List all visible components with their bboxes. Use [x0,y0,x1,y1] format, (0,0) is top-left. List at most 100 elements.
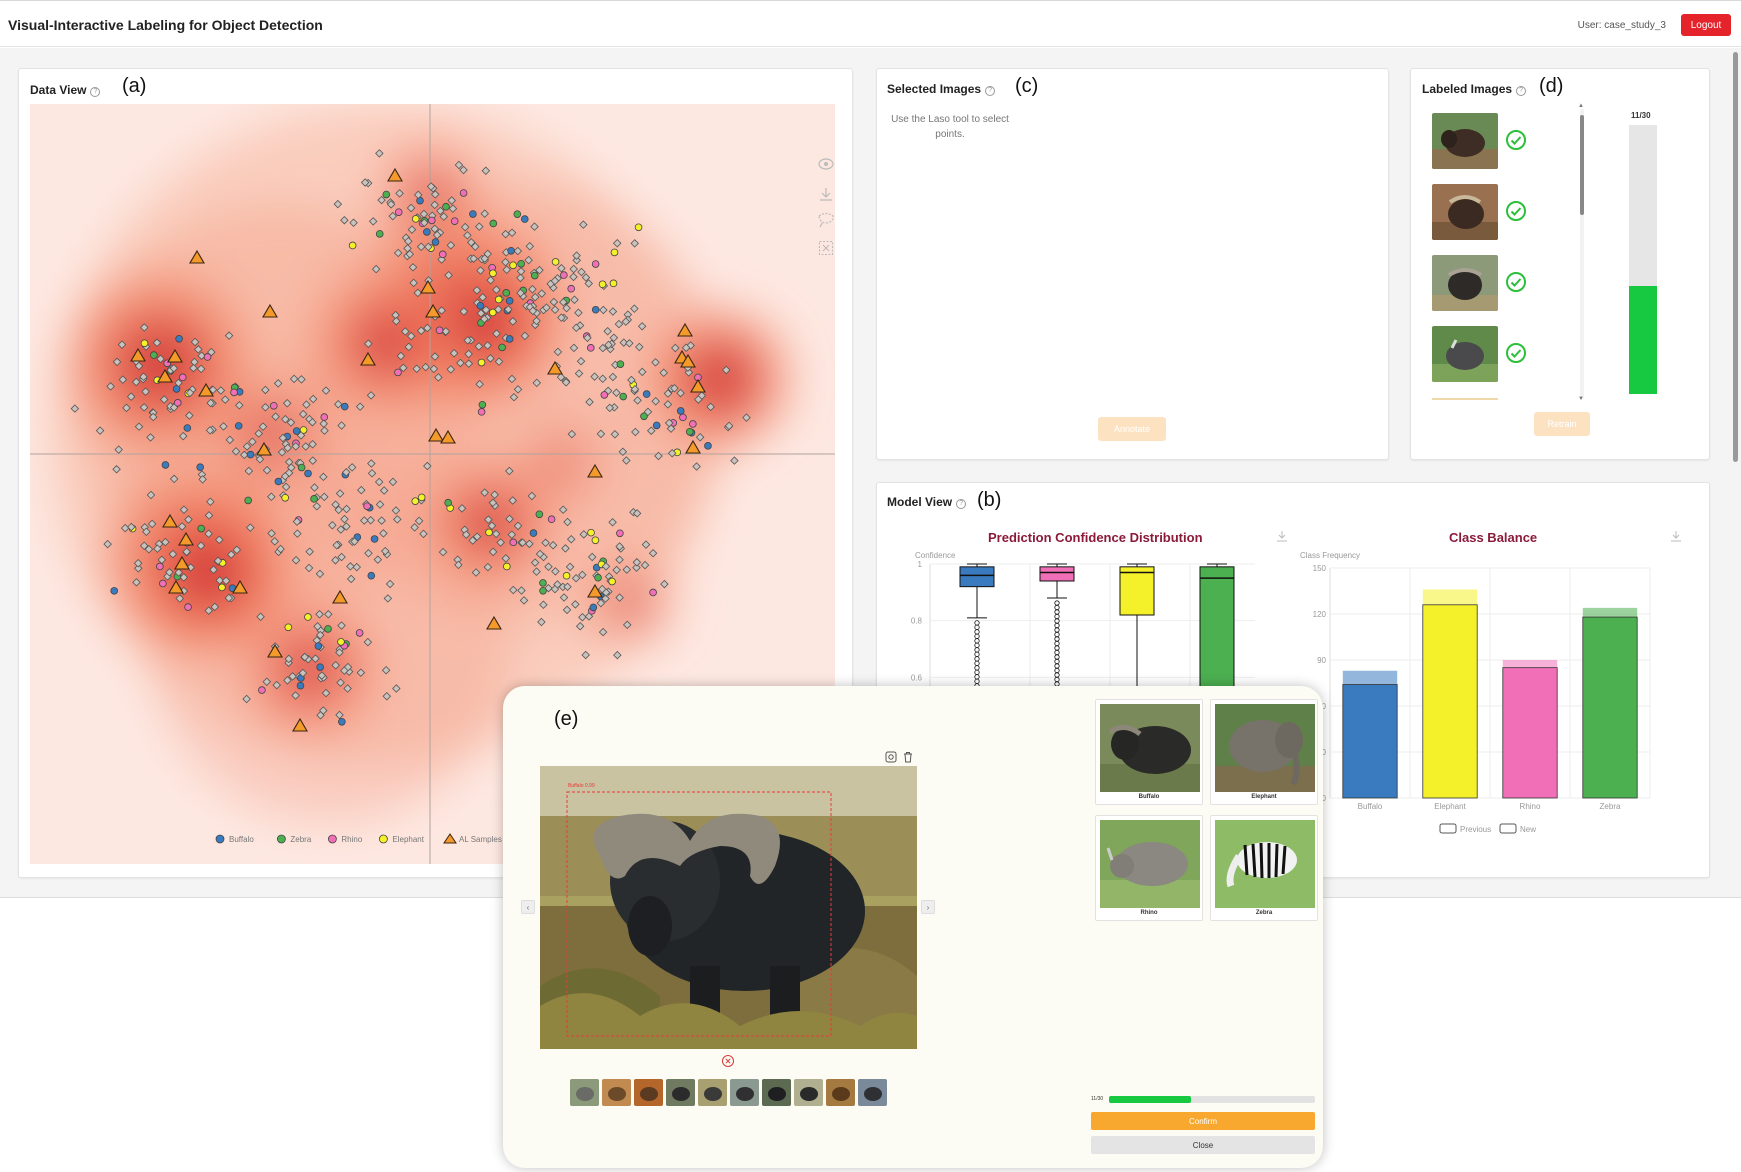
strip-thumbnail[interactable] [730,1079,759,1106]
labeled-point [485,528,493,537]
labeled-point [591,260,600,268]
bar-new [1582,607,1638,618]
legend-label: AL Samples [459,835,502,844]
labeled-point [507,246,515,255]
check-icon [1506,130,1526,150]
help-icon[interactable]: ? [1516,86,1527,96]
labeled-thumbnail[interactable] [1432,255,1498,311]
labeled-point [489,308,497,317]
confirm-button[interactable]: Confirm [1091,1112,1315,1130]
next-image-button[interactable]: › [921,900,935,914]
outlier [974,674,980,680]
model-view-title: Model View? [887,495,967,509]
labeled-point [587,528,595,537]
bar-new [1502,660,1558,668]
thumbnail-scrollbar[interactable] [1580,109,1584,399]
strip-thumbnail[interactable] [826,1079,855,1106]
outlier [974,656,980,662]
strip-thumbnail[interactable] [602,1079,631,1106]
labeled-point [427,216,436,225]
class-card-rhino[interactable]: Rhino [1095,815,1203,921]
help-icon[interactable]: ? [985,86,996,96]
selected-images-title: Selected Images? [887,82,996,96]
eye-icon[interactable] [816,154,836,174]
annotation-image[interactable] [540,766,917,1049]
legend-label: Elephant [392,835,424,844]
labeled-point [140,339,149,348]
scroll-up-arrow[interactable]: ▲ [1578,103,1584,109]
focus-icon[interactable] [885,751,897,763]
retrain-button[interactable]: Retrain [1534,412,1590,436]
strip-thumbnail[interactable] [698,1079,727,1106]
labeled-point [175,334,183,343]
download-icon[interactable] [816,184,836,204]
bar-new [1342,670,1398,685]
labeled-point [689,420,697,428]
confidence-chart-title: Prediction Confidence Distribution [988,530,1203,545]
clear-selection-icon[interactable] [816,238,836,258]
lasso-icon[interactable] [816,210,836,230]
strip-thumbnail[interactable] [666,1079,695,1106]
labeled-point [297,463,306,472]
labeled-point [394,368,402,377]
labeled-thumbnail[interactable] [1432,113,1498,169]
outlier [1054,609,1060,615]
labeled-point [509,261,517,270]
labeled-point [478,400,487,409]
outlier [1054,631,1060,638]
strip-thumbnail[interactable] [794,1079,823,1106]
labeled-point [503,562,511,571]
annotate-button[interactable]: Annotate [1098,417,1166,441]
labeling-progress-text: 11/30 [1631,111,1651,120]
close-button[interactable]: Close [1091,1136,1315,1154]
labeled-point [340,402,349,411]
labeled-point [244,496,252,505]
labeled-point [520,215,529,223]
help-icon[interactable]: ? [956,499,967,509]
labeled-point [431,238,440,246]
class-card-elephant[interactable]: Elephant [1210,699,1318,805]
labeled-point [161,461,170,469]
class-label: Buffalo [1138,794,1160,800]
outlier [1054,667,1060,674]
class-card-buffalo[interactable]: Buffalo [1095,699,1203,805]
outlier [1054,654,1060,660]
labeled-thumbnail[interactable] [1432,326,1498,382]
strip-thumbnail[interactable] [634,1079,663,1106]
panel-tag: (d) [1539,75,1564,97]
delete-icon[interactable] [902,751,914,763]
labeled-point [234,422,243,430]
labeled-thumbnail[interactable] [1432,184,1498,240]
labeled-point [476,301,485,310]
popup-progress-text: 11/30 [1091,1096,1104,1102]
download-icon[interactable] [1670,530,1682,542]
scrollbar-thumb[interactable] [1580,115,1584,215]
labeled-point [589,603,598,612]
check-icon [1506,272,1526,292]
strip-thumbnail[interactable] [858,1079,887,1106]
logout-button[interactable]: Logout [1681,14,1731,36]
labeled-point [494,295,503,304]
labeled-point [375,230,384,238]
page-scrollbar[interactable] [1733,52,1738,462]
labeled-point [529,529,538,537]
labeled-point [498,343,506,352]
strip-thumbnail[interactable] [762,1079,791,1106]
strip-thumbnail[interactable] [570,1079,599,1106]
legend-label: New [1520,825,1536,834]
legend-marker [215,834,225,844]
scroll-down-arrow[interactable]: ▼ [1578,396,1584,402]
outlier [974,629,980,635]
outlier [974,651,980,657]
download-icon[interactable] [1276,530,1288,542]
prev-image-button[interactable]: ‹ [521,900,535,914]
labeled-point [183,424,192,432]
category-label: Buffalo [1358,802,1383,811]
remove-box-icon[interactable] [721,1054,735,1068]
labeled-point [269,401,278,410]
labeled-point [438,250,447,259]
class-card-zebra[interactable]: Zebra [1210,815,1318,921]
help-icon[interactable]: ? [90,87,101,97]
legend-label: Rhino [341,835,362,844]
labeled-point [370,535,379,543]
